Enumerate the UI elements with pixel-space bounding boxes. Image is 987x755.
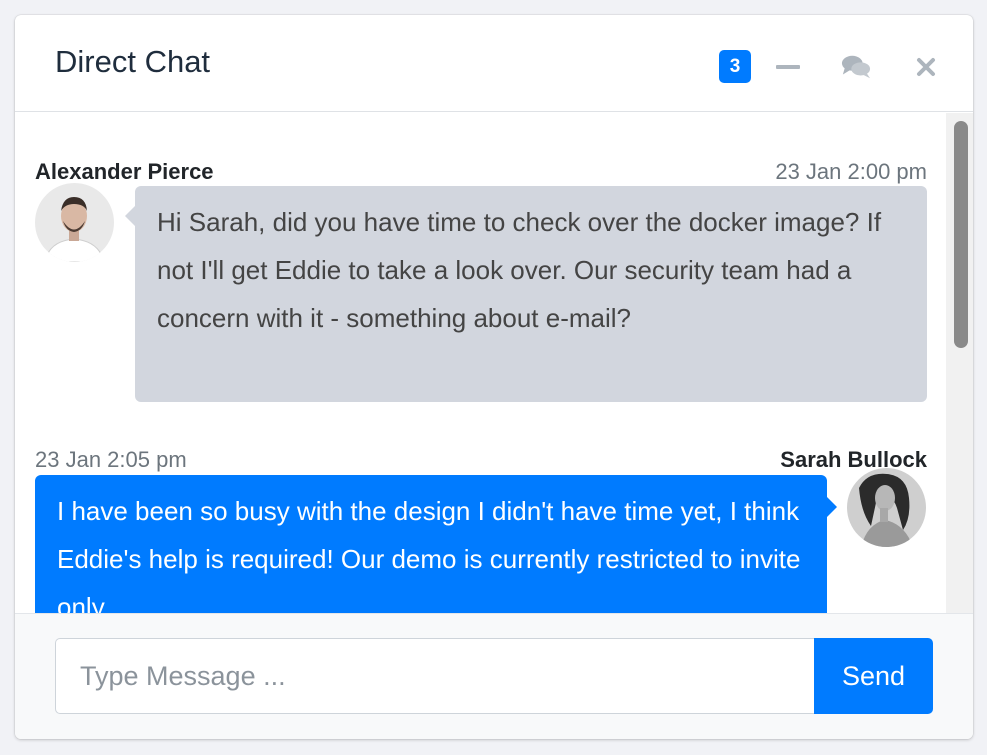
avatar: [847, 468, 926, 547]
new-messages-badge: 3: [719, 50, 751, 83]
chat-footer: Send: [15, 613, 973, 739]
close-button[interactable]: [911, 53, 941, 81]
send-button[interactable]: Send: [814, 638, 933, 714]
user-photo-icon: [847, 468, 926, 547]
chat-header: Direct Chat 3: [15, 15, 973, 112]
minus-icon: [776, 65, 800, 69]
chat-messages-area[interactable]: Alexander Pierce 23 Jan 2:00 pm Hi Sarah…: [15, 113, 973, 613]
message-author: Alexander Pierce: [35, 159, 214, 184]
message-timestamp: 23 Jan 2:00 pm: [775, 159, 927, 184]
chat-title: Direct Chat: [55, 44, 211, 79]
user-photo-icon: [35, 183, 114, 262]
minimize-button[interactable]: [773, 53, 803, 81]
message-timestamp: 23 Jan 2:05 pm: [35, 447, 187, 472]
contacts-toggle-button[interactable]: [841, 53, 871, 81]
message-input-group: Send: [55, 638, 933, 714]
message-list: Alexander Pierce 23 Jan 2:00 pm Hi Sarah…: [15, 113, 945, 613]
avatar: [35, 183, 114, 262]
message-input[interactable]: [55, 638, 814, 714]
message-author: Sarah Bullock: [780, 447, 927, 472]
direct-chat-card: Direct Chat 3 Alexander Pierce 23 Jan 2:…: [15, 15, 973, 739]
comments-icon: [841, 55, 871, 79]
close-icon: [917, 58, 935, 76]
scrollbar-track[interactable]: [946, 113, 973, 613]
message-bubble: I have been so busy with the design I di…: [35, 475, 837, 613]
scrollbar-thumb[interactable]: [954, 121, 968, 348]
message-bubble: Hi Sarah, did you have time to check ove…: [125, 186, 927, 402]
